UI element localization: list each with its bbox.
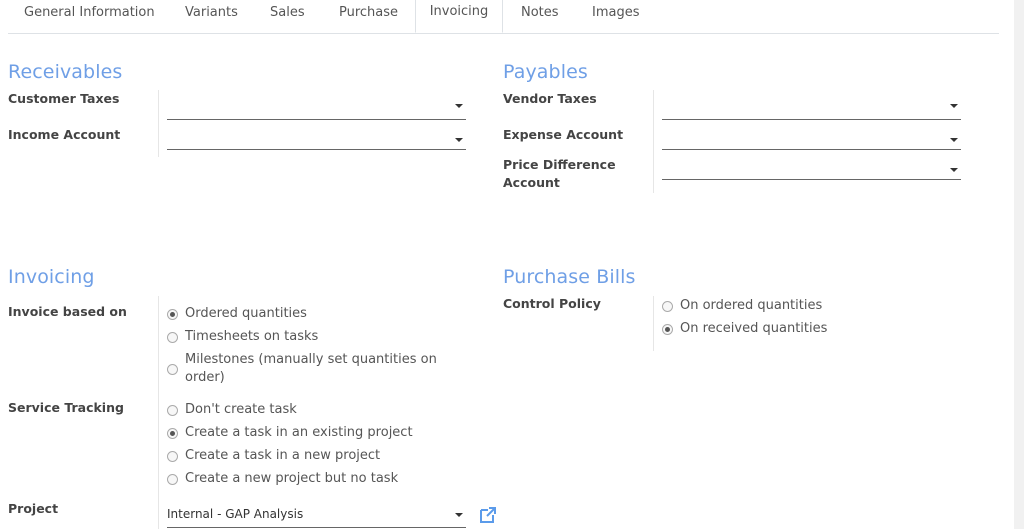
radio-label-line2: order) [185, 370, 225, 385]
radio-label: On received quantities [680, 321, 828, 336]
tab-invoicing[interactable]: Invoicing [415, 0, 503, 33]
invoice-policy-milestones-radio[interactable]: Milestones (manually set quantities on o… [167, 351, 437, 387]
invoicing-title: Invoicing [8, 266, 95, 288]
radio-unchecked-icon[interactable] [167, 363, 178, 375]
customer-taxes-select[interactable] [167, 118, 466, 120]
radio-label: Create a task in a new project [185, 448, 381, 463]
radio-label: Timesheets on tasks [185, 329, 319, 344]
income-account-label: Income Account [8, 127, 121, 142]
tab-variants[interactable]: Variants [185, 0, 238, 26]
vendor-taxes-label: Vendor Taxes [503, 91, 597, 106]
control-policy-ordered-radio[interactable]: On ordered quantities [662, 297, 822, 315]
caret-down-icon[interactable] [950, 168, 958, 172]
purchase-bills-divider [653, 296, 654, 351]
radio-label: Create a task in an existing project [185, 425, 413, 440]
price-difference-label-line2: Account [503, 175, 560, 190]
invoice-policy-timesheets-radio[interactable]: Timesheets on tasks [167, 328, 318, 346]
receivables-divider [158, 90, 159, 157]
tab-general-information[interactable]: General Information [24, 0, 155, 26]
radio-label: Don't create task [185, 402, 297, 417]
project-select[interactable] [167, 526, 466, 528]
customer-taxes-label: Customer Taxes [8, 91, 120, 106]
price-difference-account-select[interactable] [662, 178, 961, 180]
radio-label: Milestones (manually set quantities on o… [185, 351, 437, 387]
payables-title: Payables [503, 61, 588, 83]
radio-checked-icon[interactable] [167, 427, 178, 439]
service-tracking-project-only-radio[interactable]: Create a new project but no task [167, 470, 398, 488]
service-tracking-existing-project-radio[interactable]: Create a task in an existing project [167, 424, 413, 442]
caret-down-icon[interactable] [455, 513, 463, 517]
expense-account-label: Expense Account [503, 127, 624, 142]
service-tracking-new-project-radio[interactable]: Create a task in a new project [167, 447, 380, 465]
radio-unchecked-icon[interactable] [167, 331, 178, 343]
tab-sales[interactable]: Sales [270, 0, 305, 26]
expense-account-select[interactable] [662, 148, 961, 150]
radio-unchecked-icon[interactable] [167, 404, 178, 416]
radio-label: On ordered quantities [680, 298, 823, 313]
caret-down-icon[interactable] [950, 138, 958, 142]
radio-checked-icon[interactable] [662, 323, 673, 335]
radio-checked-icon[interactable] [167, 308, 178, 320]
receivables-title: Receivables [8, 61, 123, 83]
external-link-icon[interactable] [478, 505, 498, 525]
price-difference-label-line1: Price Difference [503, 157, 616, 172]
payables-divider [653, 90, 654, 193]
radio-unchecked-icon[interactable] [167, 450, 178, 462]
radio-label: Ordered quantities [185, 306, 307, 321]
project-label: Project [8, 501, 59, 516]
notebook-tabs: General Information Variants Sales Purch… [8, 0, 999, 34]
project-value[interactable]: Internal - GAP Analysis [167, 507, 303, 521]
control-policy-label: Control Policy [503, 296, 601, 311]
service-tracking-label: Service Tracking [8, 400, 124, 415]
caret-down-icon[interactable] [455, 138, 463, 142]
caret-down-icon[interactable] [950, 104, 958, 108]
radio-label: Create a new project but no task [185, 471, 399, 486]
invoice-based-on-label: Invoice based on [8, 304, 127, 319]
radio-unchecked-icon[interactable] [167, 473, 178, 485]
vendor-taxes-select[interactable] [662, 118, 961, 120]
tab-notes[interactable]: Notes [521, 0, 559, 26]
purchase-bills-title: Purchase Bills [503, 266, 636, 288]
radio-label-line1: Milestones (manually set quantities on [185, 352, 437, 367]
service-tracking-no-task-radio[interactable]: Don't create task [167, 401, 297, 419]
vertical-scrollbar[interactable] [1014, 0, 1024, 529]
caret-down-icon[interactable] [455, 104, 463, 108]
control-policy-received-radio[interactable]: On received quantities [662, 320, 827, 338]
invoicing-divider [158, 296, 159, 529]
price-difference-label: Price Difference Account [503, 156, 616, 192]
tab-purchase[interactable]: Purchase [339, 0, 398, 26]
radio-unchecked-icon[interactable] [662, 300, 673, 312]
income-account-select[interactable] [167, 148, 466, 150]
tab-images[interactable]: Images [592, 0, 640, 26]
invoice-policy-ordered-radio[interactable]: Ordered quantities [167, 305, 307, 323]
